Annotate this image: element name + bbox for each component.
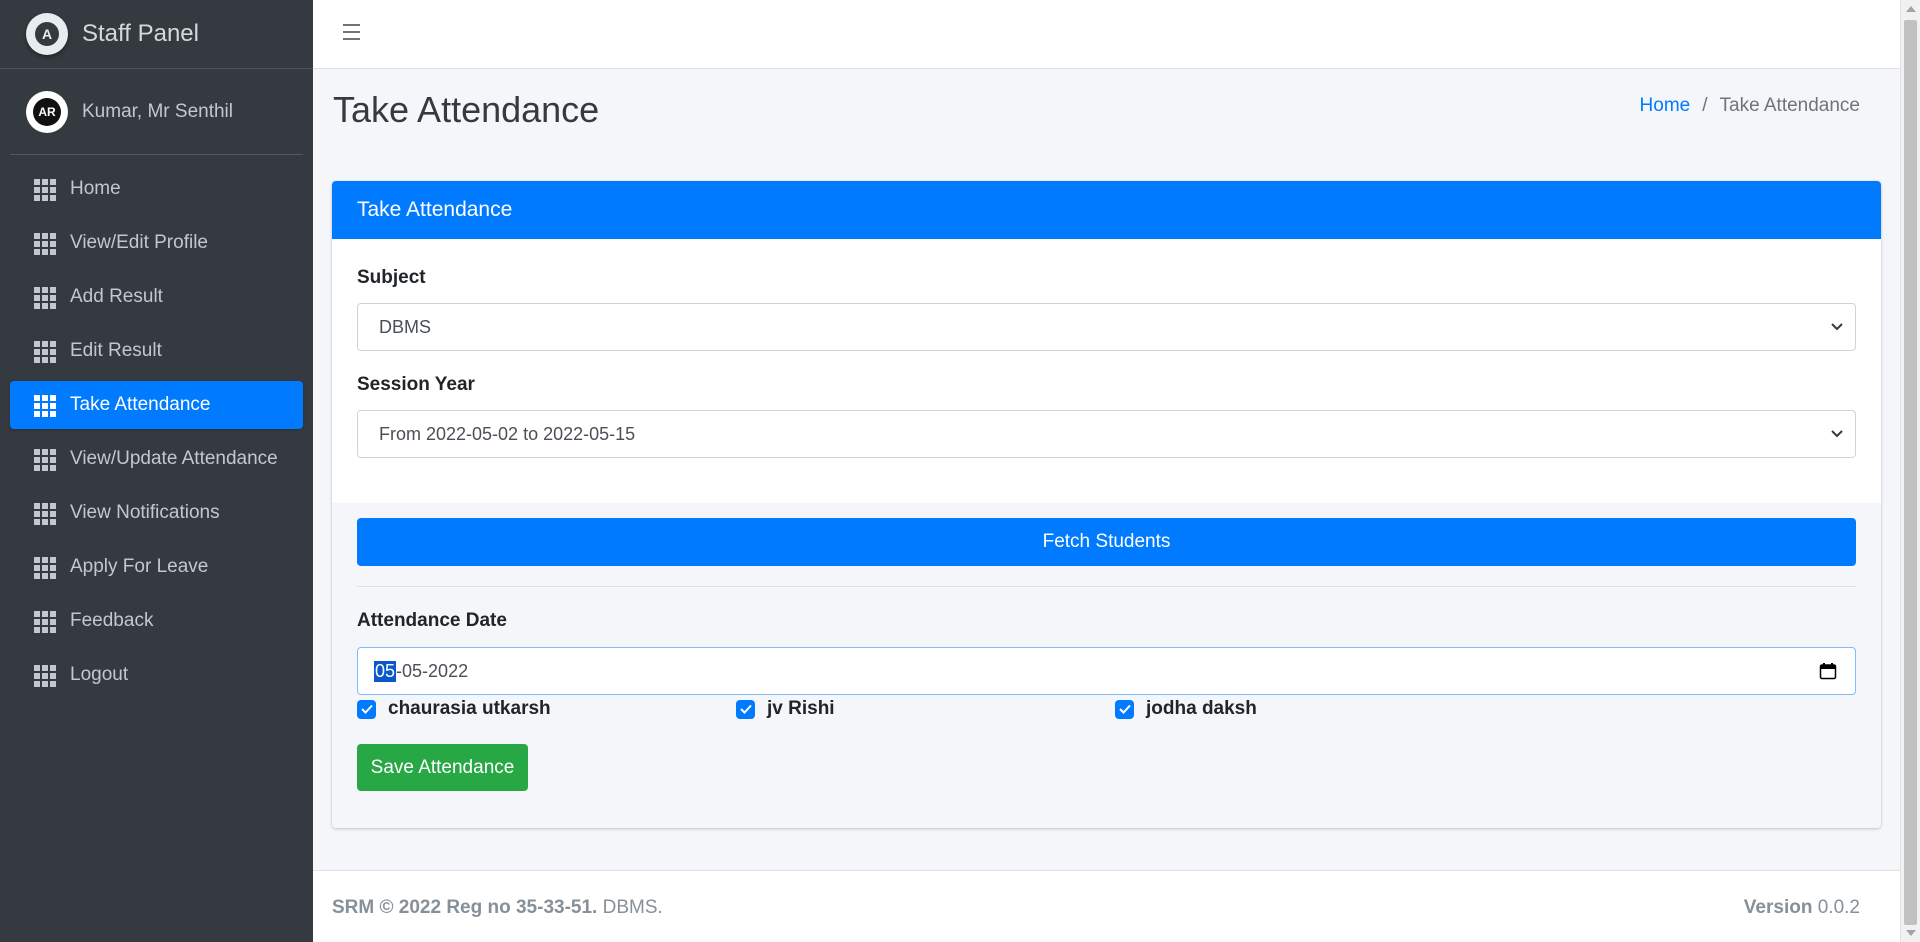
sidebar-item-add-result[interactable]: Add Result xyxy=(10,273,303,321)
sidebar-item-label: View/Edit Profile xyxy=(70,232,208,253)
brand-title: Staff Panel xyxy=(82,20,199,47)
checkbox-checked-icon[interactable] xyxy=(736,699,755,719)
sidebar-item-feedback[interactable]: Feedback xyxy=(10,597,303,645)
grid-icon xyxy=(34,557,56,579)
grid-icon xyxy=(34,395,56,417)
student-checkbox-item[interactable]: jv Rishi xyxy=(736,698,835,720)
sidebar-item-view-update-attendance[interactable]: View/Update Attendance xyxy=(10,435,303,483)
sidebar-item-view-notifications[interactable]: View Notifications xyxy=(10,489,303,537)
breadcrumb-separator: / xyxy=(1702,95,1708,116)
student-checkbox-item[interactable]: chaurasia utkarsh xyxy=(357,698,551,720)
save-attendance-button[interactable]: Save Attendance xyxy=(357,744,528,791)
user-panel: AR Kumar, Mr Senthil xyxy=(10,69,303,155)
sidebar-item-edit-result[interactable]: Edit Result xyxy=(10,327,303,375)
footer-version-label: Version xyxy=(1743,897,1813,918)
sidebar-item-label: Home xyxy=(70,178,121,199)
grid-icon xyxy=(34,341,56,363)
sidebar-item-view-edit-profile[interactable]: View/Edit Profile xyxy=(10,219,303,267)
sidebar-item-label: View/Update Attendance xyxy=(70,448,278,469)
sidebar-nav: Home View/Edit Profile Add Result Edit R… xyxy=(10,165,303,699)
vertical-scrollbar[interactable] xyxy=(1900,0,1920,942)
scroll-up-icon[interactable] xyxy=(1906,6,1916,12)
subject-select[interactable]: DBMS xyxy=(357,303,1856,351)
scrollbar-thumb[interactable] xyxy=(1904,20,1917,925)
sidebar-item-apply-for-leave[interactable]: Apply For Leave xyxy=(10,543,303,591)
page-title: Take Attendance xyxy=(333,89,600,130)
grid-icon xyxy=(34,449,56,471)
sidebar-item-label: Add Result xyxy=(70,286,163,307)
sidebar-item-label: Feedback xyxy=(70,610,154,631)
attendance-date-input[interactable]: 05 -05-2022 xyxy=(357,647,1856,695)
session-year-label: Session Year xyxy=(357,374,475,395)
sidebar-item-label: View Notifications xyxy=(70,502,220,523)
top-navbar xyxy=(313,0,1900,69)
sidebar-item-label: Edit Result xyxy=(70,340,162,361)
session-year-select-value: From 2022-05-02 to 2022-05-15 xyxy=(379,423,636,444)
footer-copyright-bold: SRM © 2022 Reg no 35-33-51. xyxy=(332,897,598,918)
breadcrumb-home-link[interactable]: Home xyxy=(1640,95,1691,117)
sidebar-item-logout[interactable]: Logout xyxy=(10,651,303,699)
checkbox-checked-icon[interactable] xyxy=(1115,699,1134,719)
sidebar-item-take-attendance[interactable]: Take Attendance xyxy=(10,381,303,429)
date-day-segment: 05 xyxy=(374,660,397,682)
student-name: chaurasia utkarsh xyxy=(388,698,551,719)
breadcrumb-current: Take Attendance xyxy=(1719,95,1861,116)
students-list: chaurasia utkarsh jv Rishi jodha daksh xyxy=(357,698,1856,724)
date-rest-segment: -05-2022 xyxy=(396,660,469,681)
sidebar-item-home[interactable]: Home xyxy=(10,165,303,213)
scroll-down-icon[interactable] xyxy=(1906,930,1916,936)
user-name[interactable]: Kumar, Mr Senthil xyxy=(82,101,233,123)
footer-version-value: 0.0.2 xyxy=(1812,897,1860,918)
calendar-icon[interactable] xyxy=(1819,662,1837,680)
student-name: jodha daksh xyxy=(1146,698,1257,719)
grid-icon xyxy=(34,287,56,309)
divider xyxy=(357,586,1856,587)
chevron-down-icon xyxy=(1831,323,1843,331)
chevron-down-icon xyxy=(1831,430,1843,438)
session-year-select[interactable]: From 2022-05-02 to 2022-05-15 xyxy=(357,410,1856,458)
brand-logo-icon: A xyxy=(26,13,68,55)
sidebar-item-label: Apply For Leave xyxy=(70,556,209,577)
attendance-card: Take Attendance Subject DBMS Session Yea… xyxy=(332,181,1881,828)
menu-toggle-icon[interactable] xyxy=(343,24,360,40)
student-checkbox-item[interactable]: jodha daksh xyxy=(1115,698,1257,720)
sidebar-item-label: Take Attendance xyxy=(70,394,211,415)
grid-icon xyxy=(34,611,56,633)
sidebar: A Staff Panel AR Kumar, Mr Senthil Home … xyxy=(0,0,313,942)
grid-icon xyxy=(34,503,56,525)
subject-label: Subject xyxy=(357,267,426,288)
brand-link[interactable]: A Staff Panel xyxy=(0,0,313,69)
card-title: Take Attendance xyxy=(332,181,1881,239)
footer-copyright: SRM © 2022 Reg no 35-33-51. DBMS. xyxy=(332,897,663,919)
checkbox-checked-icon[interactable] xyxy=(357,699,376,719)
footer-version: Version 0.0.2 xyxy=(1744,897,1860,919)
subject-select-value: DBMS xyxy=(379,316,432,337)
brand-logo-letter: A xyxy=(35,22,59,46)
grid-icon xyxy=(34,665,56,687)
breadcrumb: Home / Take Attendance xyxy=(1640,95,1860,117)
grid-icon xyxy=(34,233,56,255)
grid-icon xyxy=(34,179,56,201)
avatar: AR xyxy=(26,90,68,133)
content-header: Take Attendance Home / Take Attendance xyxy=(313,69,1900,181)
student-name: jv Rishi xyxy=(767,698,835,719)
attendance-date-label: Attendance Date xyxy=(357,610,507,631)
sidebar-item-label: Logout xyxy=(70,664,129,685)
fetch-students-button[interactable]: Fetch Students xyxy=(357,518,1856,566)
footer: SRM © 2022 Reg no 35-33-51. DBMS. Versio… xyxy=(313,870,1900,942)
footer-copyright-rest: DBMS. xyxy=(597,897,663,918)
avatar-text: AR xyxy=(33,97,61,126)
